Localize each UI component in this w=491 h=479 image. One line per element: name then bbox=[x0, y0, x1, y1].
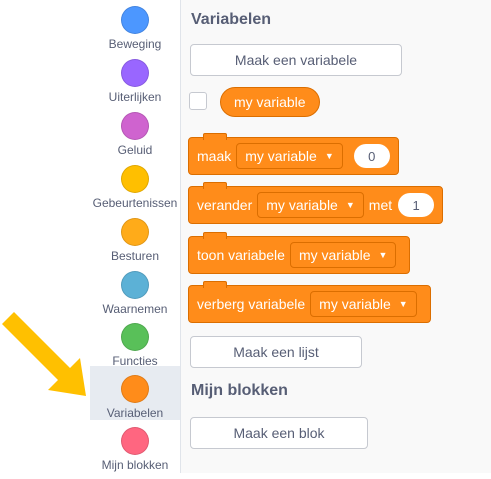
block-label: verander bbox=[197, 197, 253, 213]
dropdown-value: my variable bbox=[298, 247, 371, 263]
show-variable-block[interactable]: toon variabele my variable ▼ bbox=[188, 232, 411, 274]
make-block-button[interactable]: Maak een blok bbox=[190, 417, 368, 449]
dropdown-value: my variable bbox=[245, 148, 317, 164]
my-blocks-color-dot bbox=[121, 427, 149, 455]
category-control[interactable]: Besturen bbox=[90, 218, 180, 270]
variable-reporter[interactable]: my variable bbox=[220, 87, 320, 117]
category-label: Mijn blokken bbox=[101, 458, 169, 472]
pointer-arrow-icon bbox=[2, 312, 86, 396]
value-input[interactable]: 1 bbox=[398, 193, 435, 217]
variables-color-dot bbox=[121, 375, 149, 403]
dropdown-caret-icon: ▼ bbox=[324, 151, 334, 161]
change-variable-block[interactable]: verander my variable ▼ met 1 bbox=[188, 182, 444, 224]
dropdown-caret-icon: ▼ bbox=[345, 200, 355, 210]
category-sound[interactable]: Geluid bbox=[90, 112, 180, 164]
variable-dropdown[interactable]: my variable ▼ bbox=[310, 291, 417, 317]
variable-dropdown[interactable]: my variable ▼ bbox=[257, 192, 364, 218]
variable-monitor-checkbox[interactable] bbox=[189, 92, 207, 110]
events-color-dot bbox=[121, 165, 149, 193]
dropdown-value: my variable bbox=[266, 197, 338, 213]
operators-color-dot bbox=[121, 323, 149, 351]
category-label: Beweging bbox=[108, 37, 162, 51]
category-label: Geluid bbox=[117, 143, 153, 157]
value-input[interactable]: 0 bbox=[353, 144, 390, 168]
sound-color-dot bbox=[121, 112, 149, 140]
category-label: Waarnemen bbox=[102, 302, 168, 316]
category-looks[interactable]: Uiterlijken bbox=[90, 59, 180, 111]
block-label: toon variabele bbox=[197, 247, 285, 263]
block-label: verberg variabele bbox=[197, 296, 306, 312]
control-color-dot bbox=[121, 218, 149, 246]
set-variable-block[interactable]: maak my variable ▼ 0 bbox=[188, 133, 399, 175]
category-label: Gebeurtenissen bbox=[92, 196, 178, 210]
variables-heading: Variabelen bbox=[191, 11, 272, 28]
make-variable-button[interactable]: Maak een variabele bbox=[190, 44, 402, 76]
variable-dropdown[interactable]: my variable ▼ bbox=[289, 242, 397, 268]
dropdown-caret-icon: ▼ bbox=[398, 299, 408, 309]
block-label: maak bbox=[197, 148, 232, 164]
category-label: Besturen bbox=[110, 249, 160, 263]
sensing-color-dot bbox=[121, 271, 149, 299]
category-motion[interactable]: Beweging bbox=[90, 6, 180, 58]
category-sensing[interactable]: Waarnemen bbox=[90, 271, 180, 323]
dropdown-value: my variable bbox=[319, 296, 391, 312]
dropdown-caret-icon: ▼ bbox=[378, 250, 388, 260]
make-list-button[interactable]: Maak een lijst bbox=[190, 336, 362, 368]
motion-color-dot bbox=[121, 6, 149, 34]
category-label: Variabelen bbox=[106, 406, 164, 420]
my-blocks-heading: Mijn blokken bbox=[191, 382, 288, 399]
category-my-blocks[interactable]: Mijn blokken bbox=[90, 427, 180, 479]
hide-variable-block[interactable]: verberg variabele my variable ▼ bbox=[188, 281, 431, 323]
block-label-by: met bbox=[368, 197, 393, 213]
category-events[interactable]: Gebeurtenissen bbox=[90, 165, 180, 217]
category-label: Uiterlijken bbox=[108, 90, 162, 104]
category-variables[interactable]: Variabelen bbox=[90, 366, 180, 420]
looks-color-dot bbox=[121, 59, 149, 87]
variable-dropdown[interactable]: my variable ▼ bbox=[236, 143, 343, 169]
